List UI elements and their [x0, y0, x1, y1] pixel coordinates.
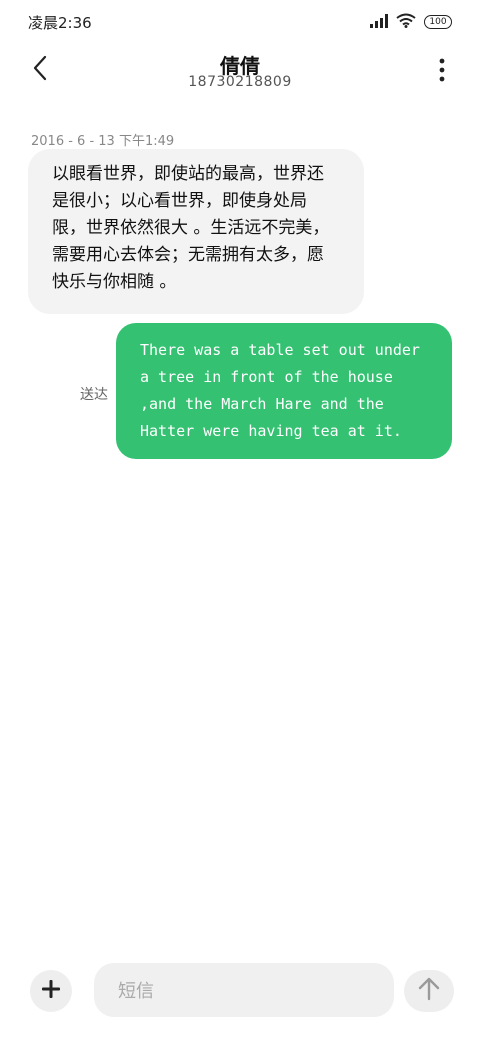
contact-number: 18730218809	[188, 74, 292, 90]
more-options-button[interactable]	[430, 58, 454, 86]
status-time: 凌晨2:36	[28, 14, 92, 32]
message-composer: 短信	[0, 960, 480, 1020]
conversation-header: 倩倩 18730218809	[0, 44, 480, 100]
more-icon	[439, 58, 445, 86]
incoming-message-text: 以眼看世界，即使站的最高，世界还是很小；以心看世界，即使身处局限，世界依然很大 …	[52, 164, 330, 292]
status-icons: 100	[370, 12, 452, 32]
battery-icon: 100	[424, 15, 452, 29]
outgoing-message-bubble[interactable]: There was a table set out under a tree i…	[116, 323, 452, 459]
send-button[interactable]	[404, 970, 454, 1012]
status-bar: 凌晨2:36 100	[0, 0, 480, 44]
incoming-message-bubble[interactable]: 以眼看世界，即使站的最高，世界还是很小；以心看世界，即使身处局限，世界依然很大 …	[28, 149, 364, 314]
wifi-icon	[396, 13, 416, 32]
outgoing-message-text: There was a table set out under a tree i…	[140, 341, 420, 440]
battery-level: 100	[429, 17, 447, 27]
message-timestamp: 2016 - 6 - 13 下午1:49	[31, 134, 175, 149]
send-arrow-icon	[418, 977, 440, 1005]
message-input-placeholder: 短信	[118, 981, 154, 1002]
plus-icon	[41, 979, 61, 1003]
add-attachment-button[interactable]	[30, 970, 72, 1012]
message-input[interactable]: 短信	[94, 963, 394, 1017]
delivery-status: 送达	[80, 387, 108, 403]
signal-icon	[370, 13, 388, 32]
